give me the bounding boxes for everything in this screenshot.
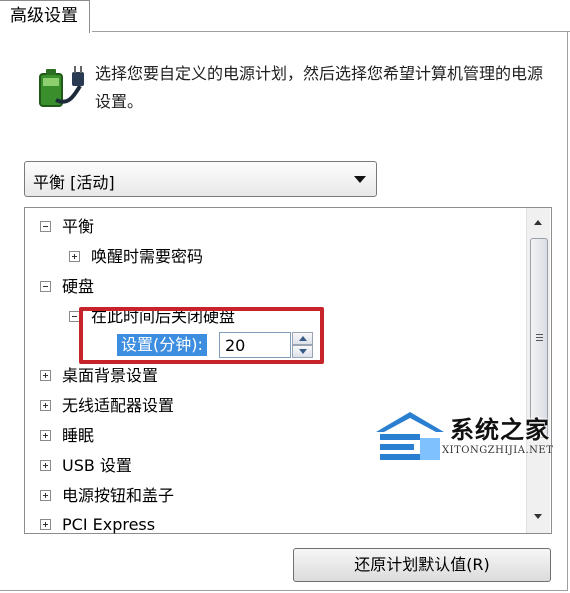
expand-icon[interactable]	[69, 251, 80, 262]
tab-strip: 高级设置	[0, 0, 570, 34]
expand-icon[interactable]	[40, 460, 51, 471]
grip-line	[536, 334, 543, 335]
expand-icon[interactable]	[40, 430, 51, 441]
tree-scrollbar[interactable]	[526, 208, 550, 533]
house-logo-icon	[376, 412, 444, 460]
grip-line	[536, 340, 543, 341]
watermark-url: XITONGZHIJIA.NET	[442, 445, 554, 456]
scroll-down-button[interactable]	[529, 508, 548, 526]
highlight-annotation	[79, 307, 324, 364]
watermark-title: 系统之家	[450, 416, 550, 444]
scroll-up-button[interactable]	[529, 214, 548, 232]
expand-icon[interactable]	[40, 490, 51, 501]
battery-plug-icon	[39, 66, 84, 107]
expand-icon[interactable]	[40, 519, 51, 530]
intro-description: 选择您要自定义的电源计划，然后选择您希望计算机管理的电源设置。	[95, 64, 544, 111]
watermark: 系统之家 XITONGZHIJIA.NET	[370, 408, 570, 468]
tab-advanced-settings[interactable]: 高级设置	[0, 0, 90, 33]
chevron-down-icon[interactable]	[354, 176, 366, 183]
arrow-up-icon	[534, 220, 542, 225]
grip-line	[536, 337, 543, 338]
collapse-icon[interactable]	[40, 281, 51, 292]
expand-icon[interactable]	[40, 400, 51, 411]
expand-icon[interactable]	[40, 370, 51, 381]
power-plan-dropdown[interactable]: 平衡 [活动]	[24, 161, 377, 197]
restore-defaults-button[interactable]: 还原计划默认值(R)	[293, 548, 551, 582]
arrow-down-icon	[534, 514, 542, 519]
collapse-icon[interactable]	[40, 221, 51, 232]
dropdown-selected-value: 平衡 [活动]	[33, 173, 115, 192]
